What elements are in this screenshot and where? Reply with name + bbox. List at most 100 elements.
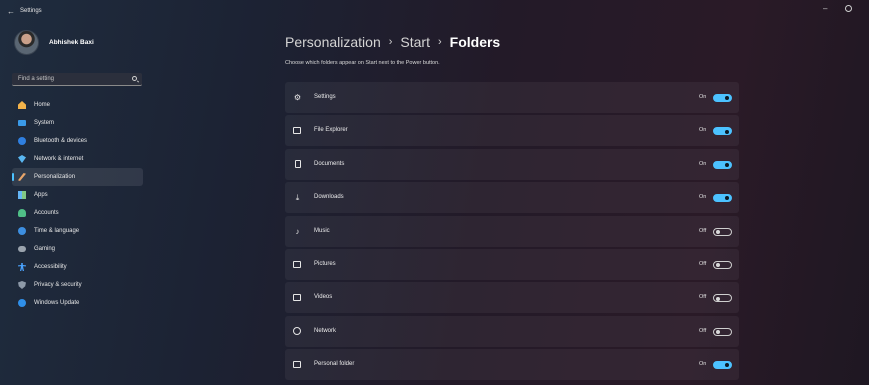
toggle-knob — [716, 229, 720, 234]
network-icon — [18, 155, 26, 163]
breadcrumb-personalization[interactable]: Personalization — [285, 34, 381, 50]
home-icon — [18, 101, 26, 109]
sidebar-item-label: Privacy & security — [34, 282, 82, 288]
toggle-switch[interactable] — [713, 294, 732, 303]
toggle-knob — [725, 196, 729, 201]
avatar — [14, 30, 39, 55]
sidebar-item-bluetooth[interactable]: Bluetooth & devices — [12, 132, 143, 150]
folder-list: ⚙ Settings On File Explorer On Documents… — [285, 82, 739, 383]
toggle-state: On — [699, 127, 707, 134]
windows-update-icon — [18, 299, 26, 307]
toggle-knob — [725, 96, 729, 101]
document-icon — [293, 159, 302, 169]
toggle-knob — [725, 129, 729, 134]
chevron-right-icon: › — [437, 36, 442, 48]
gaming-icon — [18, 246, 26, 252]
toggle-switch[interactable] — [713, 94, 732, 102]
personalization-icon — [18, 173, 26, 181]
user-name: Abhishek Baxi — [49, 39, 94, 46]
chevron-right-icon: › — [388, 36, 393, 48]
download-icon: ⤓ — [295, 193, 300, 203]
sidebar-item-windows-update[interactable]: Windows Update — [12, 294, 143, 312]
window-control-icon[interactable] — [845, 5, 852, 12]
toggle-switch[interactable] — [713, 127, 732, 136]
folder-label: File Explorer — [314, 127, 348, 134]
toggle-switch[interactable] — [713, 194, 732, 203]
toggle-switch[interactable] — [713, 160, 732, 169]
sidebar-item-system[interactable]: System — [12, 114, 143, 132]
toggle-state: Off — [699, 227, 707, 234]
folder-row-documents[interactable]: Documents On — [285, 148, 739, 180]
folder-label: Downloads — [314, 194, 344, 201]
sidebar-item-label: Home — [34, 102, 51, 108]
toggle-state: Off — [699, 327, 707, 334]
app-title: Settings — [20, 8, 42, 14]
sidebar-item-label: Personalization — [34, 174, 76, 180]
folder-row-file-explorer[interactable]: File Explorer On — [285, 115, 739, 147]
sidebar-item-network[interactable]: Network & internet — [12, 150, 143, 168]
videos-icon — [293, 293, 302, 302]
toggle-state: On — [699, 160, 707, 167]
sidebar-item-time-language[interactable]: Time & language — [12, 222, 143, 240]
network-globe-icon — [293, 326, 302, 336]
toggle-switch[interactable] — [713, 361, 732, 370]
folder-label: Music — [314, 227, 330, 234]
toggle-knob — [725, 363, 729, 368]
pictures-icon — [293, 260, 302, 269]
folder-row-music[interactable]: ♪ Music Off — [285, 215, 739, 247]
back-arrow-icon[interactable]: ← — [7, 7, 15, 16]
search-input[interactable]: Find a setting — [12, 73, 142, 86]
sidebar-item-label: Bluetooth & devices — [34, 138, 88, 144]
apps-icon — [18, 191, 26, 199]
sidebar-item-label: Gaming — [34, 246, 56, 252]
page-title: Folders — [449, 34, 501, 50]
folder-row-pictures[interactable]: Pictures Off — [285, 248, 739, 280]
sidebar-item-label: System — [34, 120, 55, 126]
sidebar-item-label: Apps — [34, 192, 48, 198]
user-profile[interactable]: Abhishek Baxi — [14, 30, 94, 55]
sidebar-item-label: Time & language — [34, 228, 80, 234]
toggle-state: Off — [699, 294, 707, 301]
folder-row-videos[interactable]: Videos Off — [285, 282, 739, 314]
search-icon[interactable] — [132, 76, 137, 81]
page-description: Choose which folders appear on Start nex… — [285, 60, 440, 66]
toggle-state: On — [699, 94, 707, 100]
sidebar-item-accessibility[interactable]: Accessibility — [12, 258, 143, 276]
sidebar-item-label: Windows Update — [34, 300, 80, 306]
sidebar-item-gaming[interactable]: Gaming — [12, 240, 143, 258]
toggle-knob — [716, 329, 720, 334]
sidebar-item-privacy[interactable]: Privacy & security — [12, 276, 143, 294]
folder-row-settings[interactable]: ⚙ Settings On — [285, 82, 739, 113]
sidebar-item-label: Network & internet — [34, 156, 84, 162]
folder-label: Settings — [314, 94, 336, 100]
toggle-switch[interactable] — [713, 260, 732, 269]
personal-folder-icon — [293, 360, 302, 369]
title-bar: ← Settings – — [0, 0, 869, 24]
breadcrumb: Personalization › Start › Folders — [285, 34, 500, 50]
sidebar-item-accounts[interactable]: Accounts — [12, 204, 143, 222]
toggle-switch[interactable] — [713, 227, 732, 236]
accessibility-icon — [18, 263, 26, 271]
system-icon — [18, 120, 26, 126]
folder-label: Network — [314, 327, 337, 334]
toggle-knob — [716, 296, 720, 301]
sidebar-item-label: Accounts — [34, 210, 59, 216]
toggle-state: On — [699, 194, 707, 201]
folder-label: Videos — [314, 294, 333, 301]
toggle-knob — [716, 263, 720, 268]
folder-row-personal-folder[interactable]: Personal folder On — [285, 349, 739, 381]
sidebar-item-apps[interactable]: Apps — [12, 186, 143, 204]
minimize-button[interactable]: – — [823, 4, 827, 13]
folder-row-downloads[interactable]: ⤓ Downloads On — [285, 182, 739, 214]
music-icon: ♪ — [295, 226, 300, 236]
file-explorer-icon — [293, 126, 302, 135]
accounts-icon — [18, 209, 26, 217]
sidebar-item-home[interactable]: Home — [12, 96, 143, 114]
gear-icon: ⚙ — [293, 93, 302, 102]
sidebar-item-personalization[interactable]: Personalization — [12, 168, 143, 186]
toggle-switch[interactable] — [713, 327, 732, 336]
toggle-state: Off — [699, 260, 707, 267]
breadcrumb-start[interactable]: Start — [400, 34, 430, 50]
time-language-icon — [18, 227, 26, 235]
folder-row-network[interactable]: Network Off — [285, 315, 739, 347]
